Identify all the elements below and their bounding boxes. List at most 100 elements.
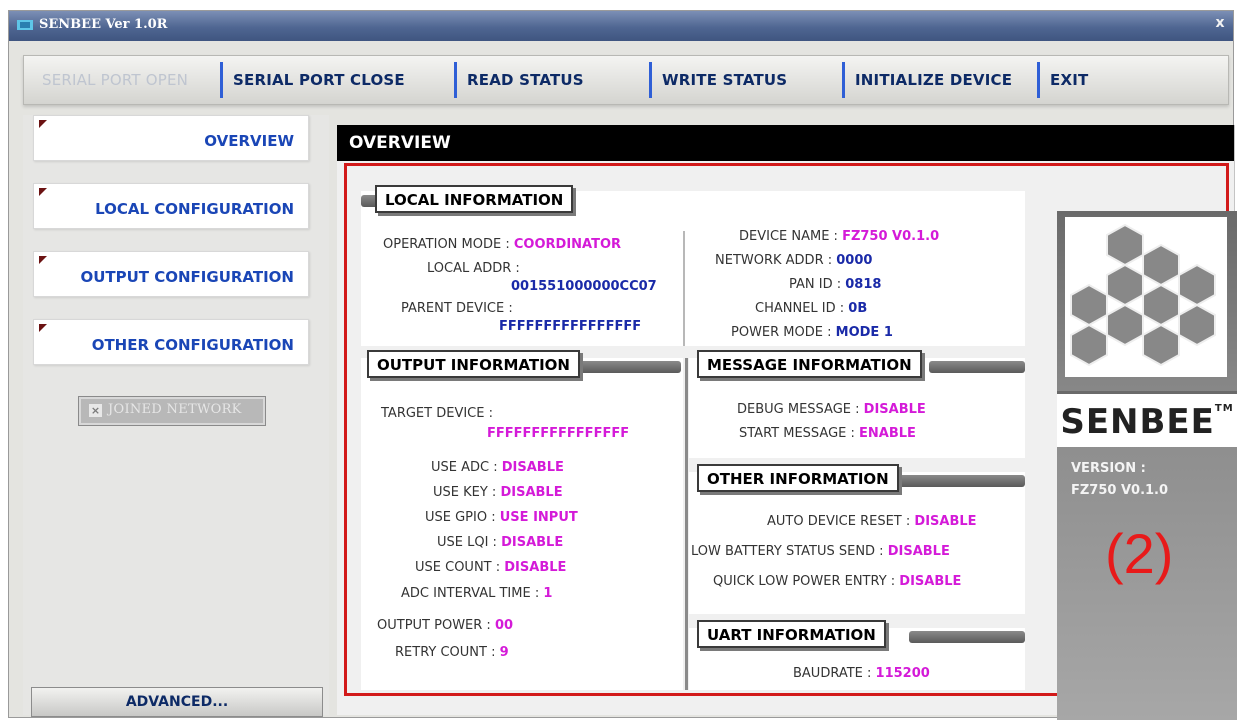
start-message-value: ENABLE: [859, 426, 916, 441]
channel-id-value: 0B: [848, 301, 868, 316]
debug-message-value: DISABLE: [863, 402, 926, 417]
retry-count-label: RETRY COUNT :: [395, 645, 496, 660]
local-addr-value: 001551000000CC07: [511, 279, 657, 294]
exit-button[interactable]: EXIT: [1037, 62, 1088, 98]
auto-reset-label: AUTO DEVICE RESET :: [767, 514, 911, 529]
output-power-label: OUTPUT POWER :: [377, 618, 491, 633]
power-mode-value: MODE 1: [835, 325, 893, 340]
adc-interval-row: ADC INTERVAL TIME : 1: [401, 586, 552, 601]
baudrate-row: BAUDRATE : 115200: [793, 666, 930, 681]
output-power-row: OUTPUT POWER : 00: [377, 618, 513, 633]
start-message-label: START MESSAGE :: [739, 426, 855, 441]
quick-low-power-row: QUICK LOW POWER ENTRY : DISABLE: [713, 574, 961, 589]
uart-information-section: UART INFORMATION BAUDRATE : 115200: [689, 620, 1025, 690]
low-battery-label: LOW BATTERY STATUS SEND :: [691, 544, 884, 559]
quick-low-power-value: DISABLE: [899, 574, 962, 589]
parent-device-value: FFFFFFFFFFFFFFFF: [499, 319, 642, 334]
overview-header: OVERVIEW: [337, 125, 1234, 161]
version-value: FZ750 V0.1.0: [1071, 483, 1169, 498]
quick-low-power-label: QUICK LOW POWER ENTRY :: [713, 574, 896, 589]
debug-message-label: DEBUG MESSAGE :: [737, 402, 860, 417]
use-key-label: USE KEY :: [433, 485, 497, 500]
use-key-row: USE KEY : DISABLE: [433, 485, 563, 500]
checkbox-icon: ×: [89, 404, 102, 417]
section-bar: [929, 361, 1025, 373]
marker-icon: [39, 324, 47, 332]
pan-id-label: PAN ID :: [789, 277, 842, 292]
toolbar: SERIAL PORT OPEN SERIAL PORT CLOSE READ …: [23, 55, 1229, 105]
channel-id-row: CHANNEL ID : 0B: [755, 301, 867, 316]
initialize-device-button[interactable]: INITIALIZE DEVICE: [842, 62, 1012, 98]
trademark: TM: [1214, 403, 1234, 414]
joined-network-label: JOINED NETWORK: [108, 402, 242, 417]
low-battery-row: LOW BATTERY STATUS SEND : DISABLE: [691, 544, 950, 559]
network-addr-value: 0000: [836, 253, 873, 268]
divider: [685, 358, 688, 690]
use-lqi-value: DISABLE: [501, 535, 564, 550]
app-window: SENBEE Ver 1.0R x SERIAL PORT OPEN SERIA…: [8, 10, 1237, 720]
other-information-section: OTHER INFORMATION AUTO DEVICE RESET : DI…: [689, 464, 1025, 614]
device-name-row: DEVICE NAME : FZ750 V0.1.0: [739, 229, 939, 244]
operation-mode-row: OPERATION MODE : COORDINATOR: [383, 237, 621, 252]
write-status-button[interactable]: WRITE STATUS: [649, 62, 787, 98]
pan-id-row: PAN ID : 0818: [789, 277, 881, 292]
section-bar: [909, 631, 1025, 643]
section-bar: [571, 361, 681, 373]
brand-name-text: SENBEE: [1060, 402, 1215, 442]
use-count-value: DISABLE: [504, 560, 567, 575]
parent-device-label: PARENT DEVICE :: [401, 301, 513, 316]
operation-mode-value: COORDINATOR: [513, 237, 622, 252]
local-information-section: LOCAL INFORMATION OPERATION MODE : COORD…: [361, 185, 1025, 346]
sidebar: OVERVIEW LOCAL CONFIGURATION OUTPUT CONF…: [23, 115, 329, 717]
read-status-button[interactable]: READ STATUS: [454, 62, 584, 98]
close-icon[interactable]: x: [1211, 14, 1229, 32]
marker-icon: [39, 120, 47, 128]
window-title: SENBEE Ver 1.0R: [39, 17, 168, 32]
joined-network-checkbox[interactable]: × JOINED NETWORK: [78, 396, 266, 426]
title-bar[interactable]: SENBEE Ver 1.0R x: [9, 11, 1233, 41]
output-information-title: OUTPUT INFORMATION: [367, 350, 580, 378]
logo-box: [1065, 217, 1227, 377]
serial-port-open-button[interactable]: SERIAL PORT OPEN: [32, 62, 188, 98]
use-gpio-value: USE INPUT: [499, 510, 578, 525]
use-key-value: DISABLE: [500, 485, 563, 500]
use-adc-row: USE ADC : DISABLE: [431, 460, 564, 475]
uart-information-title: UART INFORMATION: [697, 620, 886, 648]
advanced-button[interactable]: ADVANCED...: [31, 687, 323, 717]
device-name-value: FZ750 V0.1.0: [842, 229, 940, 244]
local-information-title: LOCAL INFORMATION: [375, 185, 574, 213]
power-mode-row: POWER MODE : MODE 1: [731, 325, 893, 340]
target-device-label: TARGET DEVICE :: [381, 406, 493, 421]
use-adc-value: DISABLE: [501, 460, 564, 475]
channel-id-label: CHANNEL ID :: [755, 301, 845, 316]
serial-port-close-button[interactable]: SERIAL PORT CLOSE: [220, 62, 405, 98]
version-label: VERSION :: [1071, 461, 1146, 476]
sidebar-item-other-configuration[interactable]: OTHER CONFIGURATION: [33, 319, 309, 365]
pan-id-value: 0818: [845, 277, 882, 292]
auto-reset-value: DISABLE: [914, 514, 977, 529]
output-power-value: 00: [494, 618, 514, 633]
section-bar: [889, 475, 1025, 487]
low-battery-value: DISABLE: [887, 544, 950, 559]
use-count-label: USE COUNT :: [415, 560, 501, 575]
network-addr-row: NETWORK ADDR : 0000: [715, 253, 872, 268]
start-message-row: START MESSAGE : ENABLE: [739, 426, 916, 441]
sidebar-item-output-configuration[interactable]: OUTPUT CONFIGURATION: [33, 251, 309, 297]
auto-reset-row: AUTO DEVICE RESET : DISABLE: [767, 514, 977, 529]
operation-mode-label: OPERATION MODE :: [383, 237, 510, 252]
network-addr-label: NETWORK ADDR :: [715, 253, 833, 268]
retry-count-row: RETRY COUNT : 9: [395, 645, 509, 660]
use-adc-label: USE ADC :: [431, 460, 498, 475]
message-information-section: MESSAGE INFORMATION DEBUG MESSAGE : DISA…: [689, 350, 1025, 458]
marker-icon: [39, 256, 47, 264]
brand-panel: SENBEETM VERSION : FZ750 V0.1.0 (2): [1057, 211, 1237, 720]
annotation-label: (2): [1105, 522, 1174, 585]
sidebar-item-local-configuration[interactable]: LOCAL CONFIGURATION: [33, 183, 309, 229]
target-device-value: FFFFFFFFFFFFFFFF: [487, 426, 630, 441]
sidebar-item-label: LOCAL CONFIGURATION: [95, 200, 294, 218]
sidebar-item-label: OTHER CONFIGURATION: [91, 336, 294, 354]
sidebar-item-overview[interactable]: OVERVIEW: [33, 115, 309, 161]
use-lqi-row: USE LQI : DISABLE: [437, 535, 563, 550]
hexagon-cluster-logo-icon: [1070, 223, 1216, 367]
overview-panel: OVERVIEW LOCAL INFORMATION OPERATION MOD…: [337, 125, 1237, 720]
